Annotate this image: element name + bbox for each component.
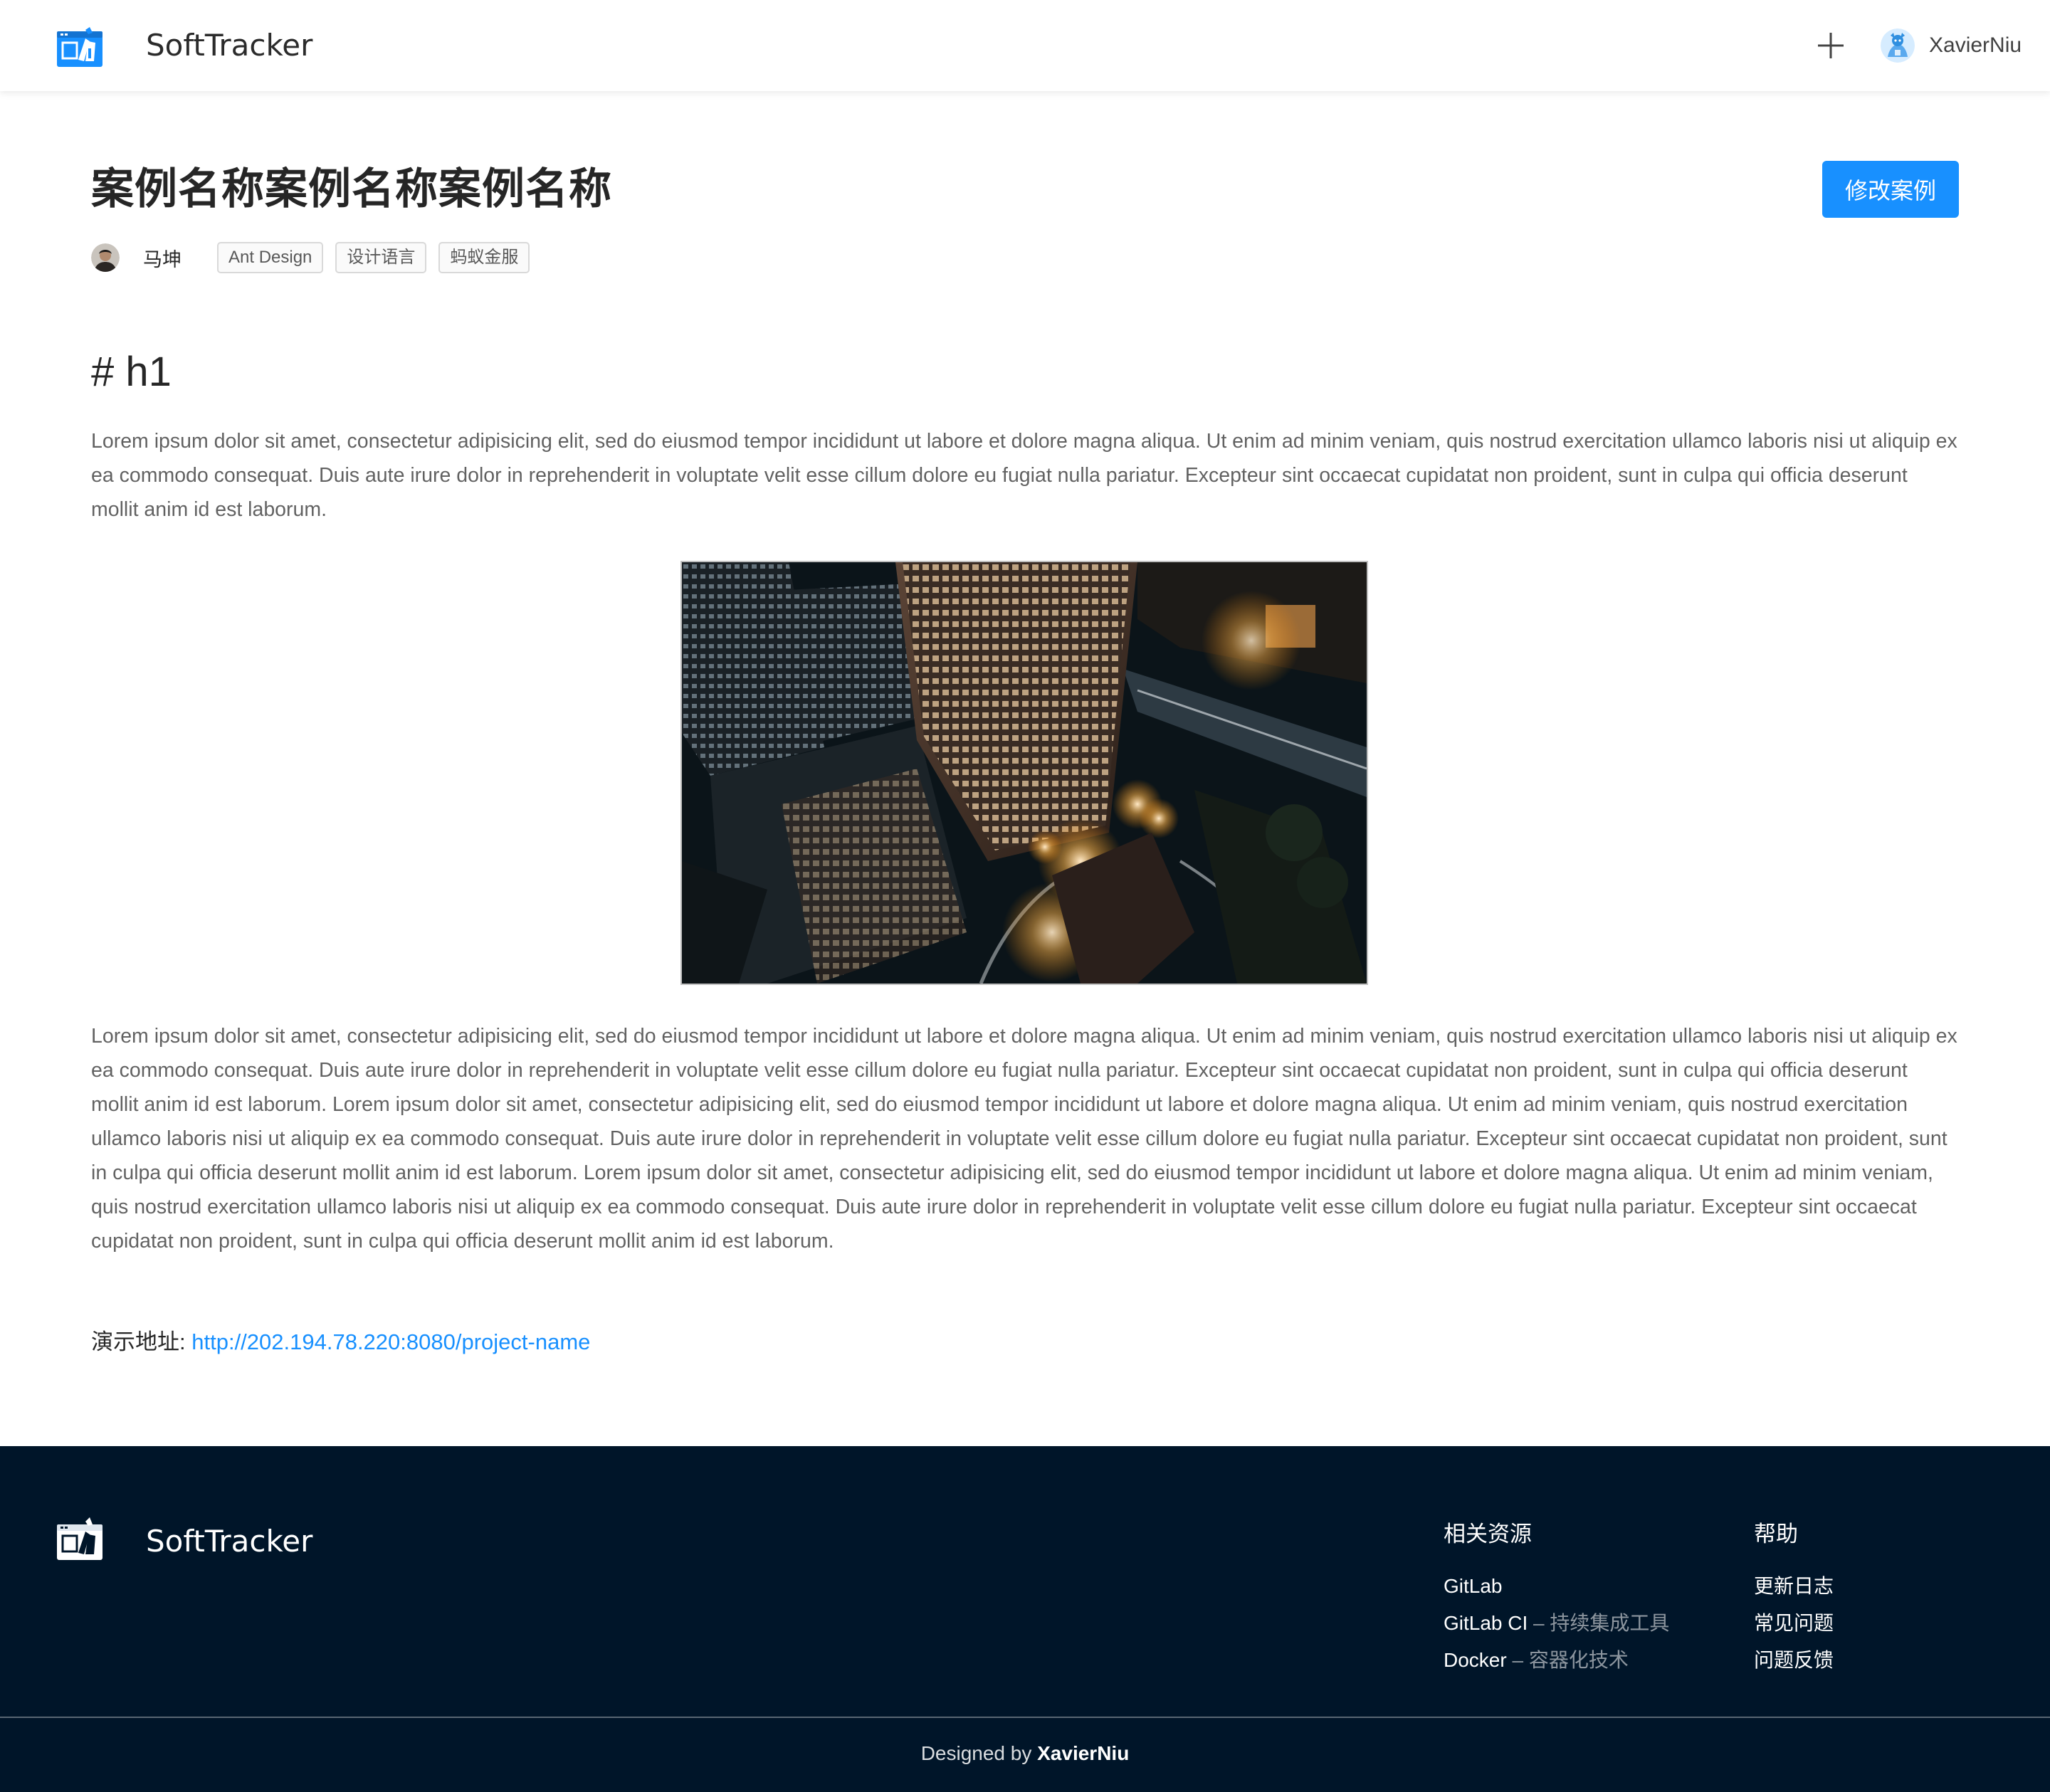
author-name[interactable]: 马坤 bbox=[143, 244, 182, 272]
resources-title: 相关资源 bbox=[1444, 1522, 1532, 1546]
softtracker-logo-icon[interactable] bbox=[57, 1517, 102, 1561]
help-link-feedback[interactable]: 问题反馈 bbox=[1754, 1642, 1834, 1679]
resource-link-gitlab-ci[interactable]: GitLab CI – 持续集成工具 bbox=[1444, 1605, 1669, 1642]
resources-column: 相关资源 GitLab GitLab CI – 持续集成工具 Docker – … bbox=[1444, 1519, 1669, 1679]
user-menu[interactable]: XavierNiu bbox=[1881, 27, 2022, 64]
resource-desc: – 容器化技术 bbox=[1506, 1649, 1629, 1671]
help-link-changelog[interactable]: 更新日志 bbox=[1754, 1568, 1834, 1605]
demo-link[interactable]: http://202.194.78.220:8080/project-name bbox=[191, 1329, 590, 1354]
help-title: 帮助 bbox=[1754, 1522, 1798, 1546]
author-avatar bbox=[91, 243, 120, 272]
tag-item[interactable]: Ant Design bbox=[217, 242, 324, 273]
footer: SoftTracker 相关资源 GitLab GitLab CI – 持续集成… bbox=[0, 1446, 2050, 1792]
brand-name[interactable]: SoftTracker bbox=[146, 27, 312, 64]
article-paragraph: Lorem ipsum dolor sit amet, consectetur … bbox=[91, 430, 1957, 521]
add-button[interactable] bbox=[1814, 28, 1848, 63]
footer-brand-name: SoftTracker bbox=[146, 1524, 313, 1559]
help-link-faq[interactable]: 常见问题 bbox=[1754, 1605, 1834, 1642]
designer-name[interactable]: XavierNiu bbox=[1037, 1742, 1129, 1764]
top-header: SoftTracker XavierNiu bbox=[0, 0, 2050, 91]
designed-by-prefix: Designed by bbox=[920, 1742, 1038, 1764]
resource-desc: – 持续集成工具 bbox=[1528, 1612, 1670, 1634]
tag-list: Ant Design 设计语言 蚂蚁金服 bbox=[217, 242, 542, 273]
edit-case-button[interactable]: 修改案例 bbox=[1822, 161, 1959, 218]
tag-item[interactable]: 设计语言 bbox=[335, 242, 427, 273]
resource-name: GitLab bbox=[1444, 1575, 1503, 1597]
article-paragraph: Lorem ipsum dolor sit amet, consectetur … bbox=[91, 1025, 1957, 1253]
case-meta: 马坤 Ant Design 设计语言 蚂蚁金服 bbox=[91, 242, 542, 273]
demo-address: 演示地址: http://202.194.78.220:8080/project… bbox=[91, 1325, 590, 1359]
help-column: 帮助 更新日志 常见问题 问题反馈 bbox=[1754, 1519, 1834, 1679]
case-title: 案例名称案例名称案例名称 bbox=[91, 165, 612, 213]
resource-link-gitlab[interactable]: GitLab bbox=[1444, 1568, 1669, 1605]
resource-name: GitLab CI bbox=[1444, 1612, 1528, 1634]
designed-by: Designed by XavierNiu bbox=[0, 1738, 2050, 1769]
article-heading: # h1 bbox=[91, 349, 172, 395]
resource-link-docker[interactable]: Docker – 容器化技术 bbox=[1444, 1642, 1669, 1679]
softtracker-logo-icon[interactable] bbox=[57, 27, 102, 67]
plus-icon bbox=[1818, 33, 1844, 58]
user-avatar-icon bbox=[1881, 28, 1915, 63]
article-image bbox=[680, 561, 1368, 985]
username: XavierNiu bbox=[1929, 33, 2022, 57]
demo-label: 演示地址: bbox=[91, 1329, 186, 1354]
tag-item[interactable]: 蚂蚁金服 bbox=[438, 242, 530, 273]
footer-divider bbox=[0, 1717, 2050, 1718]
resource-name: Docker bbox=[1444, 1649, 1507, 1671]
